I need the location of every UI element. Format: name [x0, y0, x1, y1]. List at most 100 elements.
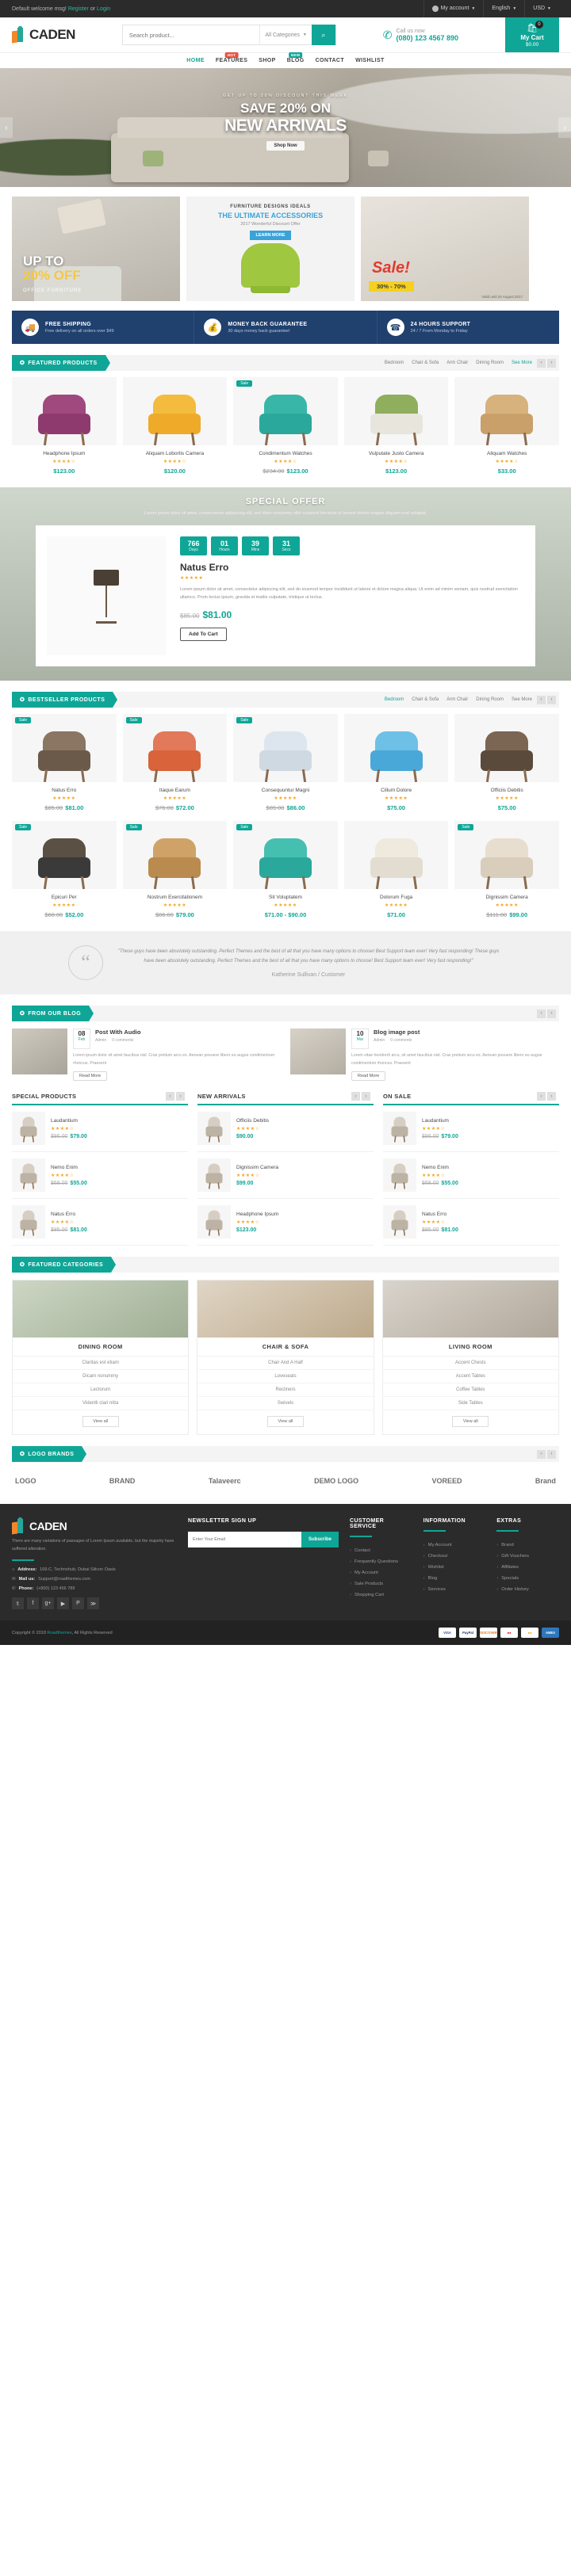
blog-title[interactable]: Post With Audio [95, 1028, 141, 1036]
product-card[interactable]: Sale Nostrum Exercitationem ★★★★★ $86.00 $79… [122, 821, 228, 918]
hero-shop-now-button[interactable]: Shop Now [266, 141, 305, 151]
brand-logo[interactable]: Brand [535, 1477, 556, 1485]
footer-link[interactable]: Gift Vouchers [496, 1551, 559, 1562]
tab-arm-chair[interactable]: Arm Chair [446, 697, 468, 702]
category-card[interactable]: CHAIR & SOFA Chair And A Half Loveseats Rec… [197, 1280, 374, 1436]
search-input[interactable] [122, 25, 260, 44]
brand-logo[interactable]: LOGO [15, 1477, 36, 1485]
tab-dining-room[interactable]: Dining Room [476, 697, 504, 702]
footer-link[interactable]: Contact [350, 1545, 412, 1556]
view-all-button[interactable]: View all [452, 1416, 489, 1428]
list-item[interactable]: Dignissim Camera ★★★★☆ $99.00 [197, 1152, 374, 1200]
bestseller-next-arrow[interactable]: › [547, 695, 556, 704]
twitter-icon[interactable]: 𝕥 [12, 1597, 24, 1610]
footer-link[interactable]: Specials [496, 1573, 559, 1584]
facebook-icon[interactable]: f [27, 1597, 39, 1610]
view-all-button[interactable]: View all [266, 1416, 304, 1428]
cart-button[interactable]: 🛍 0 My Cart $0.00 [504, 17, 559, 52]
footer-link[interactable]: Services [423, 1584, 486, 1595]
list-item[interactable]: Nemo Enim ★★★★☆ $68.00 $55.00 [12, 1152, 188, 1200]
product-card[interactable]: Sale Sit Voluptatem ★★★★★ $71.00 - $90.00 [233, 821, 338, 918]
hero-slider[interactable]: ‹ › GET UP TO 20% DISCOUNT THIS WEEK SAV… [0, 68, 571, 187]
category-link[interactable]: Claritas est etiam [13, 1357, 189, 1371]
category-link[interactable]: Recliners [197, 1383, 374, 1398]
tab-chair-sofa[interactable]: Chair & Sofa [412, 361, 439, 365]
search-bar[interactable]: All Categories ▼ ⌕ [121, 25, 336, 45]
tab-bedroom[interactable]: Bedroom [385, 361, 404, 365]
tab-arm-chair[interactable]: Arm Chair [446, 361, 468, 365]
footer-link[interactable]: Checkout [423, 1551, 486, 1562]
bestseller-prev-arrow[interactable]: ‹ [537, 695, 546, 704]
footer-link[interactable]: Affiliates [496, 1562, 559, 1573]
youtube-icon[interactable]: ▶ [57, 1597, 69, 1610]
search-button[interactable]: ⌕ [311, 25, 335, 45]
product-card[interactable]: Cillum Dolore ★★★★★ $75.00 [343, 714, 449, 811]
product-card[interactable]: Officiis Debitis ★★★★★ $75.00 [454, 714, 559, 811]
tab-bedroom[interactable]: Bedroom [385, 697, 404, 702]
footer-link[interactable]: Frequently Questions [350, 1556, 412, 1567]
product-card[interactable]: Sale Dignissim Camera ★★★★★ $111.00 $99.00 [454, 821, 559, 918]
category-card[interactable]: DINING ROOM Claritas est etiam Dicam nonum… [12, 1280, 190, 1436]
nav-item-shop[interactable]: SHOP [259, 58, 275, 63]
register-link[interactable]: Register [68, 6, 89, 12]
add-to-cart-button[interactable]: Add To Cart [180, 628, 227, 642]
nav-item-home[interactable]: HOME [186, 58, 205, 63]
list-item[interactable]: Nemo Enim ★★★★☆ $68.00 $55.00 [383, 1152, 559, 1200]
footer-link[interactable]: Blog [423, 1573, 486, 1584]
rss-icon[interactable]: ≫ [87, 1597, 99, 1610]
nav-item-blog[interactable]: BLOG NEW [287, 52, 305, 63]
category-link[interactable]: Coffee Tables [382, 1383, 558, 1398]
tab-see-more[interactable]: See More [512, 697, 532, 702]
nav-item-wishlist[interactable]: WISHLIST [355, 58, 385, 63]
product-card[interactable]: Aliquam Watches ★★★★☆ $33.00 [454, 377, 559, 475]
category-link[interactable]: Swivels [197, 1397, 374, 1411]
category-link[interactable]: Lectorum [13, 1383, 189, 1398]
product-card[interactable]: Dolorum Fuga ★★★★★ $71.00 [343, 821, 449, 918]
tab-see-more[interactable]: See More [512, 361, 532, 365]
category-card[interactable]: LIVING ROOM Accent Chests Accent Tables Cof… [381, 1280, 559, 1436]
list-item[interactable]: Headphone Ipsum ★★★★☆ $123.00 [197, 1199, 374, 1246]
view-all-button[interactable]: View all [82, 1416, 119, 1428]
brands-next-arrow[interactable]: › [547, 1449, 556, 1459]
featured-prev-arrow[interactable]: ‹ [537, 358, 546, 368]
blog-post[interactable]: 08 Feb Post With Audio Admin 0 comments Lorem… [12, 1028, 281, 1082]
list-prev-arrow[interactable]: ‹ [351, 1092, 360, 1101]
site-logo[interactable]: CADEN [12, 26, 75, 44]
product-card[interactable]: Aliquam Lobortis Camera ★★★★☆ $120.00 [122, 377, 228, 475]
category-link[interactable]: Accent Chests [382, 1357, 558, 1371]
tab-dining-room[interactable]: Dining Room [476, 361, 504, 365]
footer-logo[interactable]: CADEN [12, 1517, 177, 1535]
category-link[interactable]: Chair And A Half [197, 1357, 374, 1371]
nav-item-features[interactable]: FEATURES HOT [216, 52, 247, 63]
subscribe-button[interactable]: Subscribe [301, 1532, 339, 1548]
footer-link[interactable]: Shopping Cart [350, 1589, 412, 1601]
list-prev-arrow[interactable]: ‹ [166, 1092, 174, 1101]
promo-banner-office-furniture[interactable]: UP TO 20% OFF OFFICE FURNITURE [12, 197, 180, 301]
list-item[interactable]: Laudantium ★★★★☆ $86.00 $79.00 [12, 1105, 188, 1153]
promo-banner-sale[interactable]: Sale! 30% - 70% Valid until 20 August 20… [361, 197, 529, 301]
nav-item-contact[interactable]: CONTACT [316, 58, 345, 63]
copyright-brand-link[interactable]: Roadthemes [47, 1631, 71, 1635]
newsletter-email-input[interactable] [188, 1532, 301, 1548]
footer-link[interactable]: My Account [423, 1540, 486, 1551]
list-item[interactable]: Natus Erro ★★★★☆ $85.00 $81.00 [383, 1199, 559, 1246]
learn-more-button[interactable]: LEARN MORE [249, 231, 292, 240]
footer-link[interactable]: Brand [496, 1540, 559, 1551]
product-card[interactable]: Sale Natus Erro ★★★★★ $85.00 $81.00 [12, 714, 117, 811]
brand-logo[interactable]: Talaveerc [209, 1477, 241, 1485]
footer-link[interactable]: My Account [350, 1567, 412, 1578]
pinterest-icon[interactable]: P [72, 1597, 84, 1610]
brand-logo[interactable]: VOREED [432, 1477, 462, 1485]
blog-title[interactable]: Blog image post [374, 1028, 420, 1036]
brands-prev-arrow[interactable]: ‹ [537, 1449, 546, 1459]
tab-chair-sofa[interactable]: Chair & Sofa [412, 697, 439, 702]
list-next-arrow[interactable]: › [176, 1092, 185, 1101]
product-card[interactable]: Sale Epicuri Per ★★★★★ $68.00 $52.00 [12, 821, 117, 918]
list-item[interactable]: Laudantium ★★★★☆ $86.00 $79.00 [383, 1105, 559, 1153]
currency-menu[interactable]: USD ▼ [524, 0, 559, 17]
category-link[interactable]: Accent Tables [382, 1370, 558, 1384]
category-link[interactable]: Loveseats [197, 1370, 374, 1384]
language-menu[interactable]: English ▼ [483, 0, 524, 17]
featured-next-arrow[interactable]: › [547, 358, 556, 368]
footer-link[interactable]: Order History [496, 1584, 559, 1595]
